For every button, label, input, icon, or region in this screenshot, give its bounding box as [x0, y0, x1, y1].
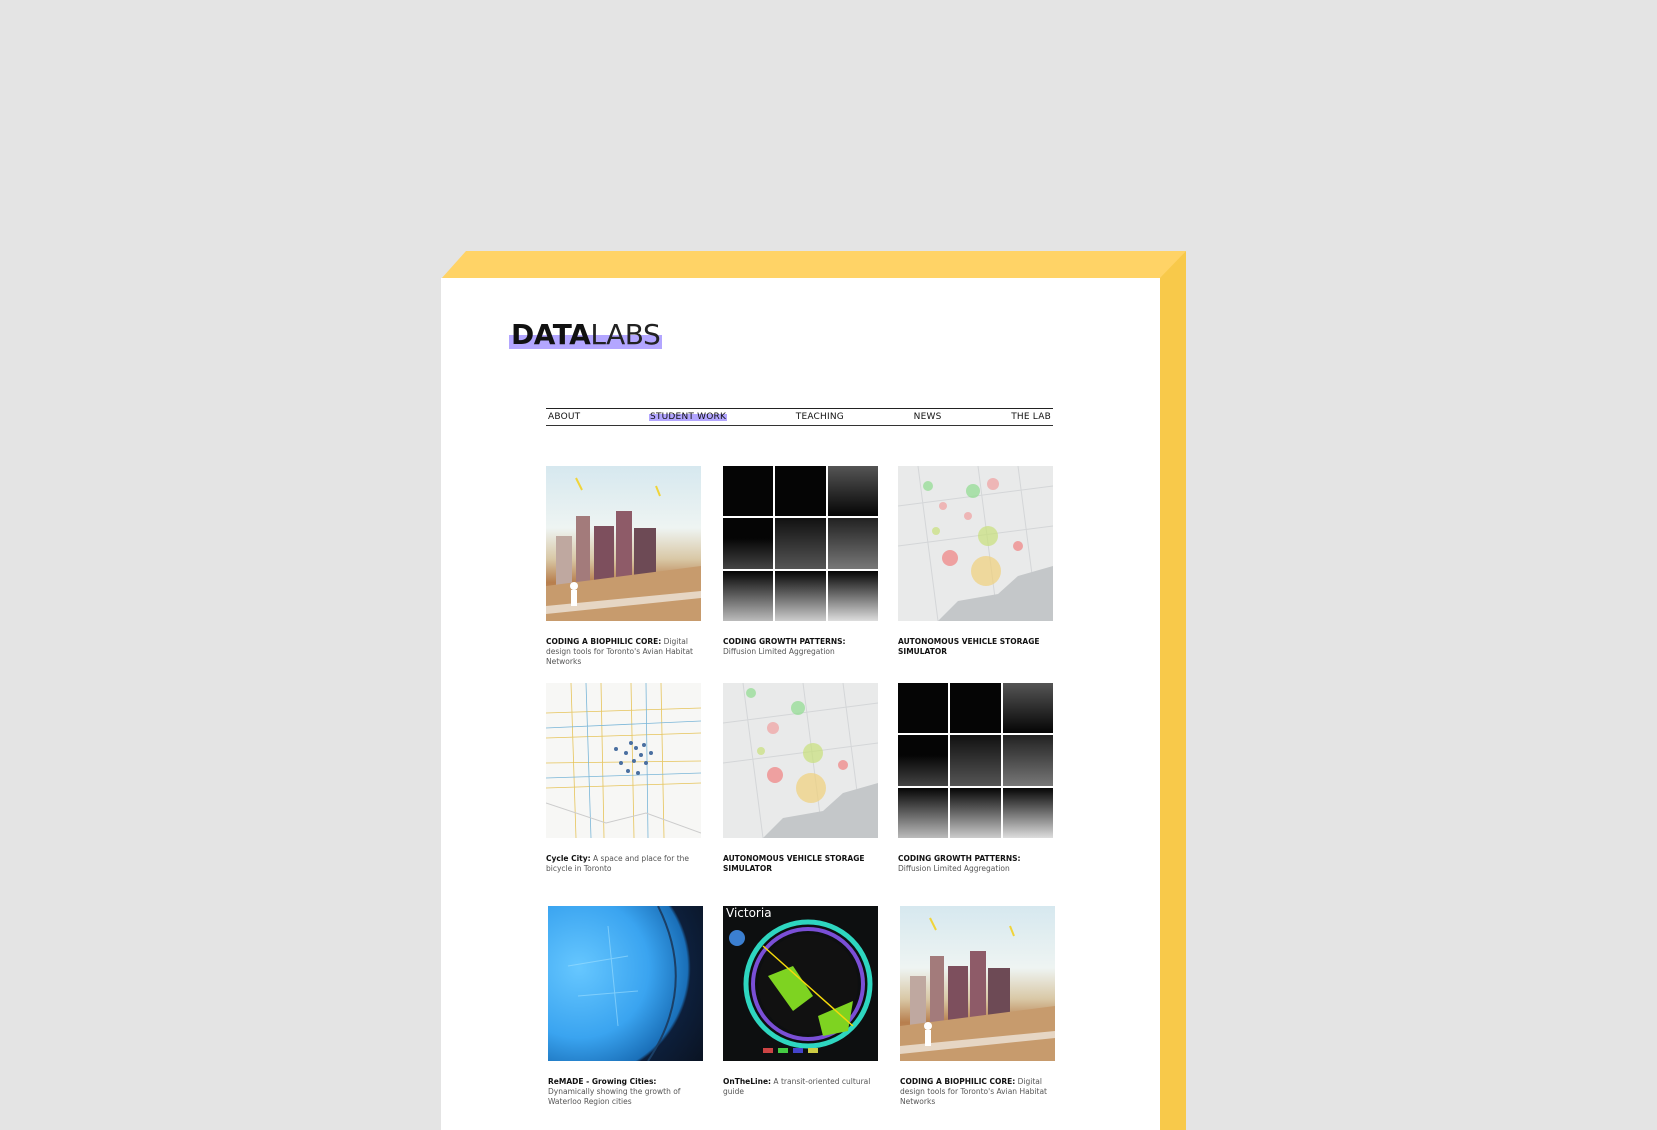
project-thumbnail[interactable] — [546, 466, 701, 621]
project-card[interactable]: CODING A BIOPHILIC CORE: Digital design … — [900, 906, 1055, 1107]
nav-about[interactable]: ABOUT — [548, 412, 580, 422]
project-thumbnail[interactable]: Victoria — [723, 906, 878, 1061]
project-card[interactable]: CODING A BIOPHILIC CORE: Digital design … — [546, 466, 701, 667]
project-thumbnail[interactable] — [898, 466, 1053, 621]
logo-data: DATA — [511, 318, 591, 351]
project-thumbnail[interactable] — [900, 906, 1055, 1061]
project-card[interactable]: CODING GROWTH PATTERNS: Diffusion Limite… — [723, 466, 878, 657]
project-caption: AUTONOMOUS VEHICLE STORAGE SIMULATOR — [723, 854, 865, 873]
nav-the-lab[interactable]: THE LAB — [1011, 412, 1051, 422]
victoria-label: Victoria — [726, 906, 772, 920]
project-card[interactable]: Cycle City: A space and place for the bi… — [546, 683, 701, 874]
website-page: DATA LABS ABOUT STUDENT WORK TEACHING NEW… — [441, 278, 1160, 1130]
project-thumbnail[interactable] — [548, 906, 703, 1061]
project-card[interactable]: AUTONOMOUS VEHICLE STORAGE SIMULATOR — [898, 466, 1053, 657]
logo-labs: LABS — [590, 318, 661, 351]
card-top-edge — [441, 251, 1186, 279]
project-caption: CODING A BIOPHILIC CORE: Digital design … — [546, 637, 693, 666]
project-thumbnail[interactable] — [546, 683, 701, 838]
project-caption: CODING A BIOPHILIC CORE: Digital design … — [900, 1077, 1047, 1106]
project-caption: ReMADE - Growing Cities: Dynamically sho… — [548, 1077, 681, 1106]
card-side-edge — [1159, 251, 1186, 1130]
project-card[interactable]: CODING GROWTH PATTERNS: Diffusion Limite… — [898, 683, 1053, 874]
project-card[interactable]: ReMADE - Growing Cities: Dynamically sho… — [548, 906, 703, 1107]
project-caption: Cycle City: A space and place for the bi… — [546, 854, 690, 873]
project-caption: AUTONOMOUS VEHICLE STORAGE SIMULATOR — [898, 637, 1040, 656]
project-thumbnail[interactable] — [723, 466, 878, 621]
datalabs-logo[interactable]: DATA LABS — [509, 313, 663, 351]
nav-student-work[interactable]: STUDENT WORK — [649, 412, 728, 422]
project-caption: CODING GROWTH PATTERNS: Diffusion Limite… — [723, 637, 846, 656]
project-caption: OnTheLine: A transit-oriented cultural g… — [723, 1077, 871, 1096]
main-nav: ABOUT STUDENT WORK TEACHING NEWS THE LAB — [546, 408, 1053, 426]
project-caption: CODING GROWTH PATTERNS: Diffusion Limite… — [898, 854, 1021, 873]
nav-teaching[interactable]: TEACHING — [796, 412, 844, 422]
project-card[interactable]: Victoria OnTheLine: A transit-oriented c… — [723, 906, 878, 1097]
project-thumbnail[interactable] — [898, 683, 1053, 838]
project-card[interactable]: AUTONOMOUS VEHICLE STORAGE SIMULATOR — [723, 683, 878, 874]
nav-news[interactable]: NEWS — [914, 412, 942, 422]
project-thumbnail[interactable] — [723, 683, 878, 838]
